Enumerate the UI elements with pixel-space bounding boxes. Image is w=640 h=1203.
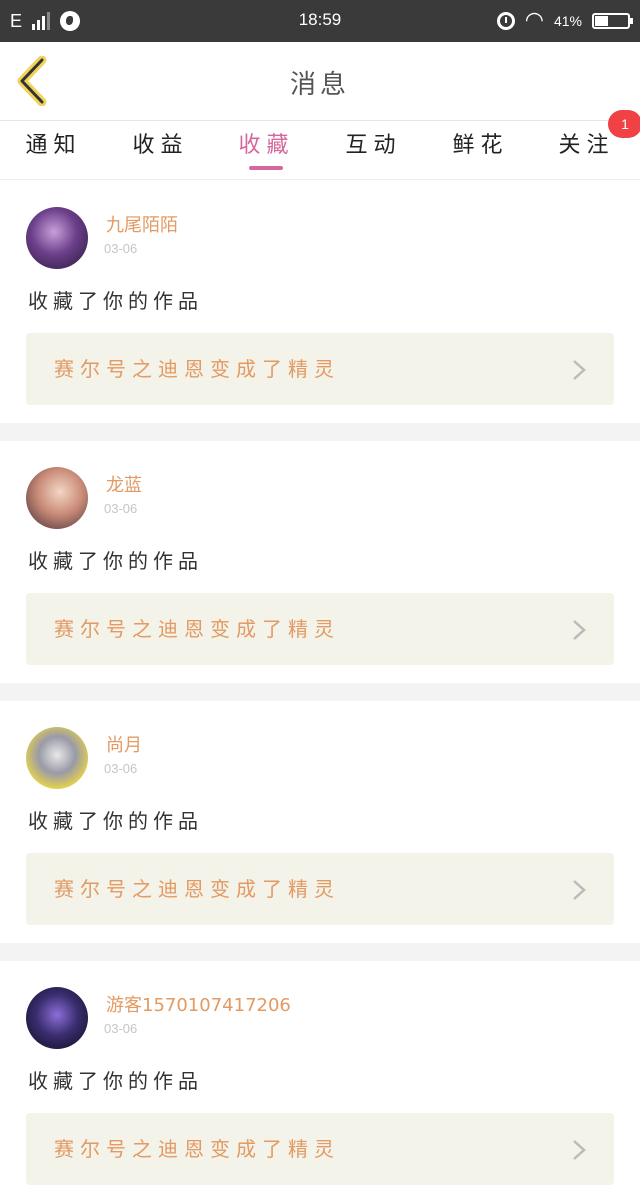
status-right: ◠ 41% (496, 8, 633, 34)
work-link[interactable]: 赛尔号之迪恩变成了精灵 (26, 593, 614, 665)
tab-favorites[interactable]: 收藏 (213, 127, 320, 167)
battery-percent: 41% (553, 13, 582, 29)
active-tab-indicator (249, 166, 283, 170)
status-bar: E 18:59 ◠ 41% (0, 0, 640, 42)
page-title: 消息 (289, 70, 350, 100)
chevron-right-icon (573, 880, 586, 900)
divider (0, 683, 640, 701)
chevron-right-icon (573, 620, 586, 640)
username[interactable]: 九尾陌陌 (106, 211, 178, 237)
work-title: 赛尔号之迪恩变成了精灵 (54, 617, 340, 641)
tab-notifications[interactable]: 通知 (0, 127, 107, 167)
username[interactable]: 游客1570107417206 (106, 991, 291, 1017)
message-item: 游客1570107417206 03-06 收藏了你的作品 赛尔号之迪恩变成了精… (0, 961, 640, 1203)
tab-bar: 通知 收益 收藏 互动 鲜花 关注 (0, 121, 640, 180)
message-item: 龙蓝 03-06 收藏了你的作品 赛尔号之迪恩变成了精灵 (0, 441, 640, 683)
tab-earnings[interactable]: 收益 (107, 127, 214, 167)
avatar[interactable] (26, 987, 88, 1049)
divider (0, 423, 640, 441)
message-item: 九尾陌陌 03-06 收藏了你的作品 赛尔号之迪恩变成了精灵 (0, 181, 640, 423)
chevron-right-icon (573, 360, 586, 380)
message-date: 03-06 (104, 761, 138, 776)
battery-level (595, 16, 608, 26)
username[interactable]: 尚月 (106, 731, 142, 757)
avatar[interactable] (26, 467, 88, 529)
message-action: 收藏了你的作品 (28, 289, 203, 313)
following-badge: 1 (608, 110, 640, 138)
message-item: 尚月 03-06 收藏了你的作品 赛尔号之迪恩变成了精灵 (0, 701, 640, 943)
avatar[interactable] (26, 727, 88, 789)
work-title: 赛尔号之迪恩变成了精灵 (54, 877, 340, 901)
work-link[interactable]: 赛尔号之迪恩变成了精灵 (26, 333, 614, 405)
tab-interactions[interactable]: 互动 (320, 127, 427, 167)
message-date: 03-06 (104, 1021, 138, 1036)
chevron-right-icon (573, 1140, 586, 1160)
work-title: 赛尔号之迪恩变成了精灵 (54, 357, 340, 381)
divider (0, 943, 640, 961)
message-list: 九尾陌陌 03-06 收藏了你的作品 赛尔号之迪恩变成了精灵 龙蓝 03-06 … (0, 181, 640, 1203)
avatar[interactable] (26, 207, 88, 269)
battery-icon (592, 13, 633, 29)
message-action: 收藏了你的作品 (28, 1069, 203, 1093)
message-date: 03-06 (104, 501, 138, 516)
work-title: 赛尔号之迪恩变成了精灵 (54, 1137, 340, 1161)
username[interactable]: 龙蓝 (106, 471, 142, 497)
tab-flowers[interactable]: 鲜花 (427, 127, 534, 167)
work-link[interactable]: 赛尔号之迪恩变成了精灵 (26, 1113, 614, 1185)
message-action: 收藏了你的作品 (28, 549, 203, 573)
message-date: 03-06 (104, 241, 138, 256)
work-link[interactable]: 赛尔号之迪恩变成了精灵 (26, 853, 614, 925)
wifi-icon: ◠ (524, 8, 544, 33)
message-action: 收藏了你的作品 (28, 809, 203, 833)
alarm-icon (496, 12, 515, 30)
header: 消息 (0, 42, 640, 121)
